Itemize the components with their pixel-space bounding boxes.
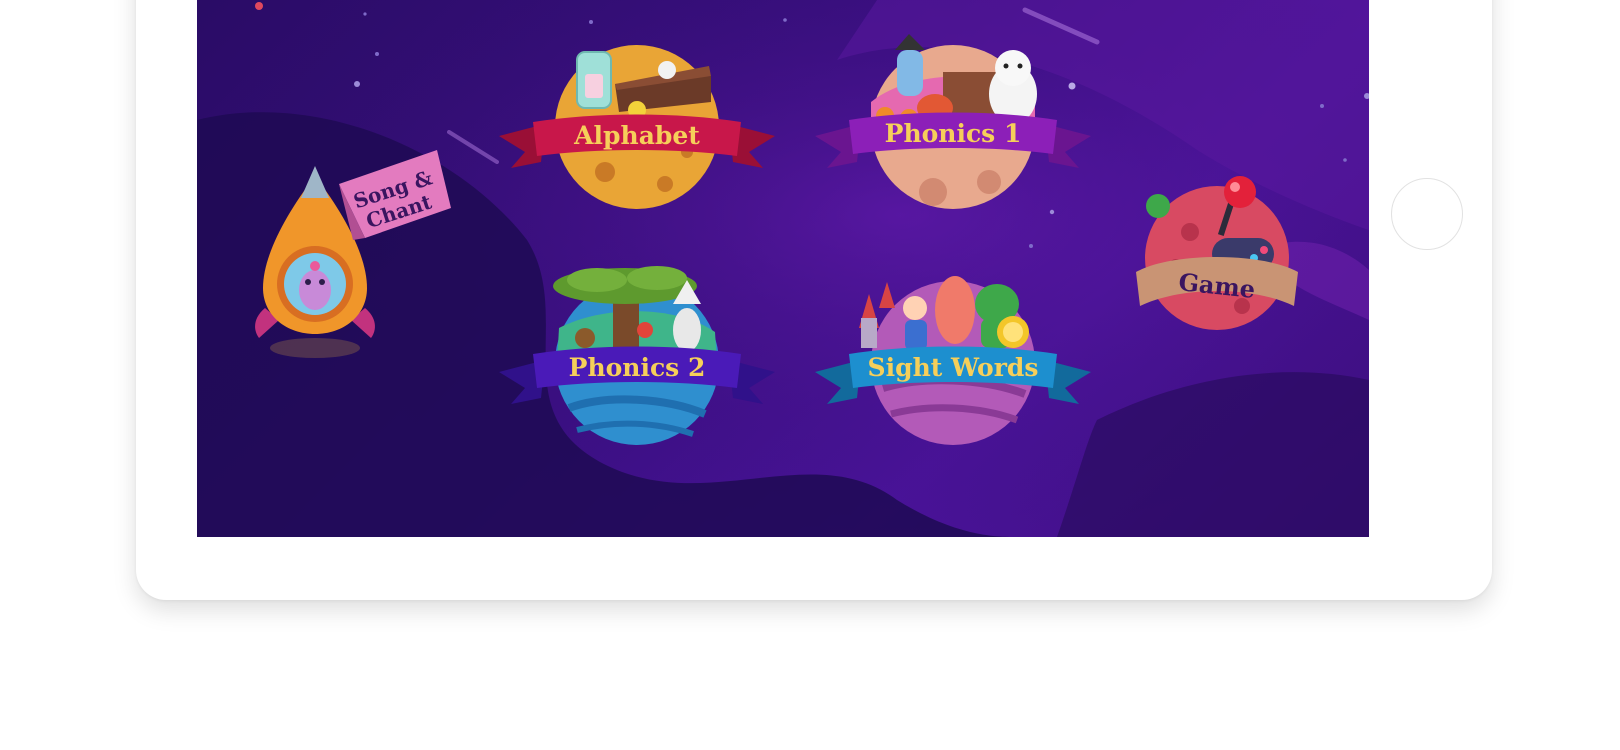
phonics1-label: Phonics 1 [885, 119, 1022, 148]
app-screen: Song & Chant Alphabet Phonics 1 Phonics … [197, 0, 1369, 537]
sight-words-label: Sight Words [868, 353, 1039, 382]
home-button[interactable] [1391, 178, 1463, 250]
song-chant-world[interactable]: Song & Chant [245, 148, 460, 368]
phonics2-world[interactable]: Phonics 2 [497, 266, 777, 458]
phonics2-label: Phonics 2 [569, 353, 706, 382]
alphabet-label: Alphabet [573, 121, 700, 150]
sight-words-world[interactable]: Sight Words [813, 268, 1093, 458]
game-world[interactable]: Game [1132, 176, 1302, 336]
phonics1-world[interactable]: Phonics 1 [813, 32, 1093, 222]
alphabet-world[interactable]: Alphabet [497, 32, 777, 222]
